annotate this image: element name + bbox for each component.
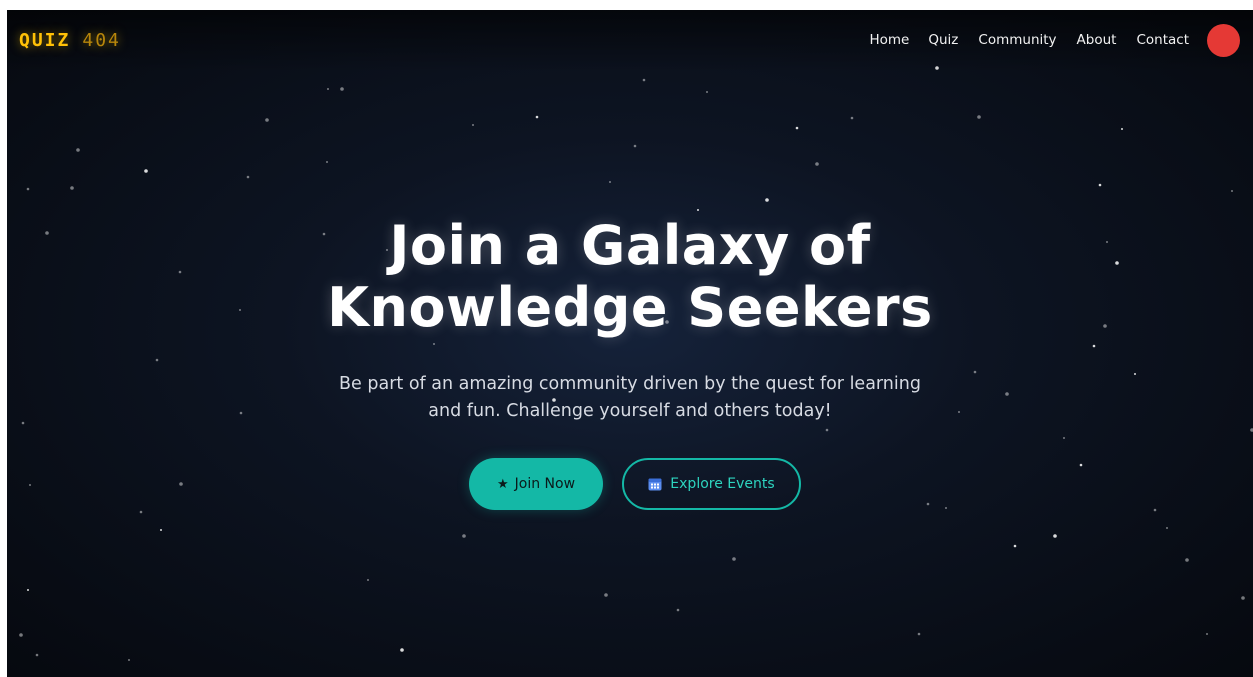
star (706, 91, 708, 93)
star (1121, 128, 1123, 130)
star (76, 148, 80, 152)
star (26, 187, 30, 191)
explore-events-button[interactable]: Explore Events (622, 458, 801, 510)
star (1241, 596, 1245, 600)
star (246, 175, 250, 179)
hero-title: Join a Galaxy of Knowledge Seekers (7, 215, 1253, 339)
star (633, 144, 637, 148)
hero-subtitle-line2: and fun. Challenge yourself and others t… (428, 401, 832, 421)
star (1206, 633, 1208, 635)
star (128, 659, 130, 661)
star (609, 181, 611, 183)
hero-title-line2: Knowledge Seekers (327, 276, 933, 339)
star (327, 88, 329, 90)
logo-number: 404 (82, 30, 121, 51)
star (367, 579, 369, 581)
star (604, 593, 608, 597)
navbar: QUIZ 404 Home Quiz Community About Conta… (7, 10, 1253, 72)
nav-links: Home Quiz Community About Contact (870, 32, 1190, 48)
star (732, 557, 736, 561)
explore-events-label: Explore Events (670, 476, 775, 492)
star (1013, 544, 1017, 548)
star (1098, 183, 1102, 187)
hero-section: Join a Galaxy of Knowledge Seekers Be pa… (7, 215, 1253, 425)
star (1063, 437, 1065, 439)
star (462, 534, 466, 538)
star (70, 186, 74, 190)
star (825, 428, 829, 432)
logo-text: QUIZ (19, 30, 71, 51)
star (326, 161, 328, 163)
star (535, 115, 539, 119)
hero-subtitle: Be part of an amazing community driven b… (310, 371, 950, 425)
star (400, 648, 404, 652)
nav-contact[interactable]: Contact (1136, 32, 1189, 48)
star (765, 198, 769, 202)
star (472, 124, 474, 126)
star (815, 162, 819, 166)
star (19, 633, 23, 637)
nav-about[interactable]: About (1077, 32, 1117, 48)
calendar-icon (648, 478, 662, 491)
star (642, 78, 646, 82)
star (160, 529, 162, 531)
hero-subtitle-line1: Be part of an amazing community driven b… (339, 374, 921, 394)
star-icon: ★ (496, 476, 509, 492)
star (27, 589, 29, 591)
nav-home[interactable]: Home (870, 32, 910, 48)
star (1166, 527, 1168, 529)
star (1185, 558, 1189, 562)
star (144, 169, 148, 173)
star (917, 632, 921, 636)
landing-page: QUIZ 404 Home Quiz Community About Conta… (7, 10, 1253, 677)
nav-quiz[interactable]: Quiz (928, 32, 958, 48)
star (850, 116, 854, 120)
hero-title-line1: Join a Galaxy of (389, 214, 871, 277)
star (1231, 190, 1233, 192)
star (35, 653, 39, 657)
star (795, 126, 799, 130)
star (1053, 534, 1057, 538)
nav-community[interactable]: Community (978, 32, 1056, 48)
logo[interactable]: QUIZ 404 (19, 30, 121, 51)
star (676, 608, 680, 612)
profile-avatar[interactable] (1207, 24, 1240, 57)
star (697, 209, 699, 211)
star (977, 115, 981, 119)
hero-actions: ★ Join Now Explore Events (7, 458, 1253, 510)
join-now-label: Join Now (514, 476, 576, 492)
star (265, 118, 269, 122)
star (139, 510, 143, 514)
star (340, 87, 344, 91)
join-now-button[interactable]: ★ Join Now (469, 458, 603, 510)
